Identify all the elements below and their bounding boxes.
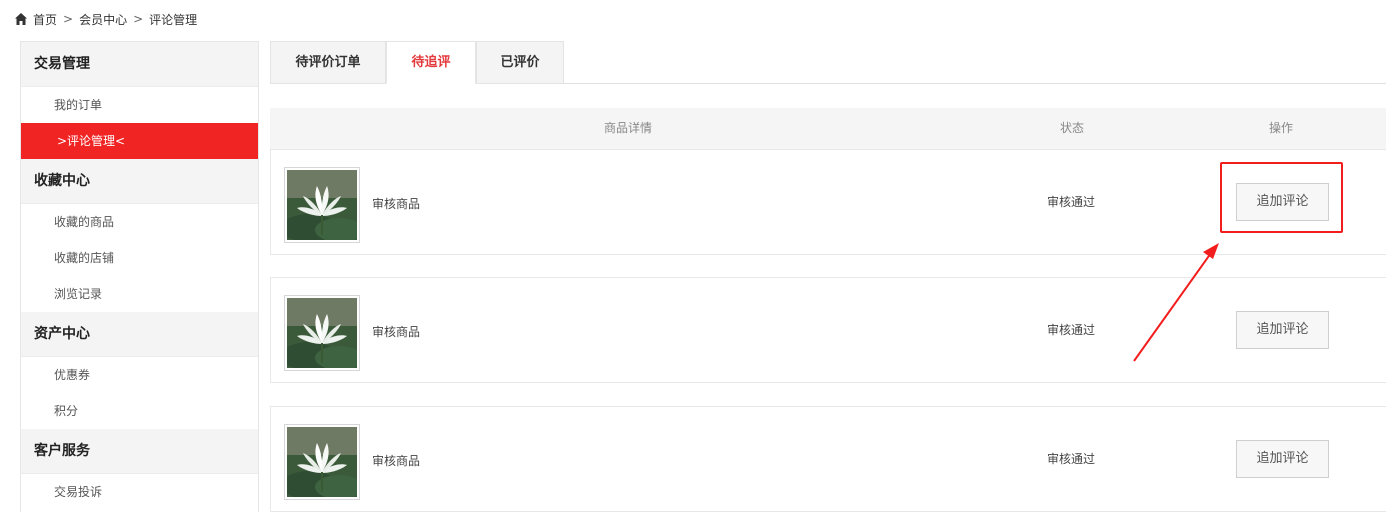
sidebar-group-favorites: 收藏中心 (21, 159, 258, 204)
sidebar: 交易管理 我的订单 >评论管理< 收藏中心 收藏的商品 收藏的店铺 浏览记录 资… (20, 41, 259, 512)
column-header-product: 商品详情 (604, 121, 653, 135)
breadcrumb-separator: > (63, 12, 74, 26)
product-name[interactable]: 审核商品 (372, 452, 420, 469)
column-header-action: 操作 (1269, 121, 1294, 135)
review-status: 审核通过 (1047, 452, 1096, 466)
product-thumbnail[interactable] (284, 167, 360, 243)
breadcrumb: 首页 > 会员中心 > 评论管理 (14, 11, 197, 27)
sidebar-group-customer-service: 客户服务 (21, 429, 258, 474)
sidebar-item-favorite-shops[interactable]: 收藏的店铺 (21, 240, 258, 276)
sidebar-item-review-management[interactable]: >评论管理< (21, 123, 258, 159)
review-tabs: 待评价订单 待追评 已评价 (270, 41, 1386, 84)
table-row: 审核商品 审核通过 追加评论 (270, 406, 1386, 512)
breadcrumb-current: 评论管理 (149, 12, 198, 27)
product-thumbnail[interactable] (284, 424, 360, 500)
sidebar-item-browse-history[interactable]: 浏览记录 (21, 276, 258, 312)
table-row: 审核商品 审核通过 追加评论 (270, 149, 1386, 255)
add-follow-up-review-button[interactable]: 追加评论 (1236, 183, 1329, 221)
add-follow-up-review-button[interactable]: 追加评论 (1236, 440, 1329, 478)
sidebar-item-trade-complaint[interactable]: 交易投诉 (21, 474, 258, 510)
sidebar-item-coupons[interactable]: 优惠券 (21, 357, 258, 393)
product-thumbnail[interactable] (284, 295, 360, 371)
breadcrumb-separator: > (133, 12, 144, 26)
sidebar-item-my-orders[interactable]: 我的订单 (21, 87, 258, 123)
review-status: 审核通过 (1047, 195, 1096, 209)
sidebar-item-points[interactable]: 积分 (21, 393, 258, 429)
tab-pending-review[interactable]: 待评价订单 (270, 41, 386, 84)
table-header: 商品详情 状态 操作 (270, 108, 1386, 149)
review-status: 审核通过 (1047, 323, 1096, 337)
home-icon[interactable] (14, 12, 28, 26)
lotus-flower-image (287, 170, 357, 240)
sidebar-item-favorite-goods[interactable]: 收藏的商品 (21, 204, 258, 240)
add-follow-up-review-button[interactable]: 追加评论 (1236, 311, 1329, 349)
product-name[interactable]: 审核商品 (372, 323, 420, 340)
table-row: 审核商品 审核通过 追加评论 (270, 277, 1386, 383)
breadcrumb-member-center[interactable]: 会员中心 (79, 11, 127, 28)
tab-pending-follow-up[interactable]: 待追评 (386, 41, 476, 84)
lotus-flower-image (287, 427, 357, 497)
tab-reviewed[interactable]: 已评价 (476, 41, 564, 84)
sidebar-group-trade: 交易管理 (21, 42, 258, 87)
sidebar-group-assets: 资产中心 (21, 312, 258, 357)
breadcrumb-home[interactable]: 首页 (33, 11, 57, 28)
column-header-status: 状态 (1060, 121, 1085, 135)
product-name[interactable]: 审核商品 (372, 195, 420, 212)
lotus-flower-image (287, 298, 357, 368)
